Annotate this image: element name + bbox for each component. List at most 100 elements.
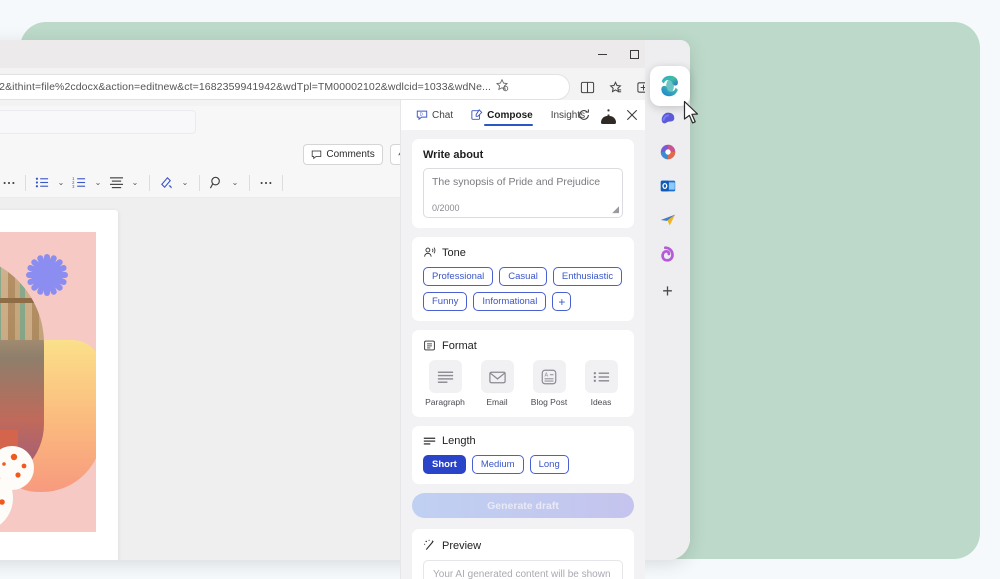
chevron-down-icon[interactable]: ⌄ (228, 172, 242, 194)
generate-draft-button[interactable]: Generate draft (412, 493, 634, 518)
tone-chip-casual[interactable]: Casual (499, 267, 547, 286)
length-chip-short[interactable]: Short (423, 455, 466, 474)
tone-label: Tone (442, 246, 466, 259)
designer-icon[interactable] (658, 210, 678, 230)
toolbar-divider (199, 174, 200, 191)
find-icon[interactable] (207, 172, 226, 194)
close-icon[interactable] (624, 107, 640, 123)
mouse-cursor (683, 100, 701, 131)
favorite-star-icon[interactable] (495, 78, 509, 97)
preview-output: Your AI generated content will be shown … (423, 560, 623, 579)
tab-chat[interactable]: D Chat (407, 100, 462, 130)
document-right-gutter (122, 198, 342, 560)
chat-icon: D (416, 110, 428, 121)
length-card: Length Short Medium Long (412, 426, 634, 484)
format-icon (424, 340, 435, 351)
browser-titlebar (0, 40, 690, 68)
format-option-email[interactable]: Email (475, 360, 519, 407)
format-option-blog-post[interactable]: A Blog Post (527, 360, 571, 407)
ideas-list-icon (584, 360, 618, 393)
toolbar-divider (249, 174, 250, 191)
bullet-list-icon[interactable] (33, 172, 52, 194)
minimize-icon[interactable] (586, 40, 618, 68)
format-option-paragraph[interactable]: Paragraph (423, 360, 467, 407)
chevron-down-icon[interactable]: ⌄ (128, 172, 142, 194)
split-screen-icon[interactable] (574, 74, 600, 100)
toolbar-divider (149, 174, 150, 191)
refresh-icon[interactable] (576, 107, 592, 123)
format-label: Format (442, 339, 477, 352)
add-app-button[interactable]: + (662, 282, 673, 300)
format-card: Format Paragraph Email A Blog Post Ideas (412, 330, 634, 417)
resize-grip-icon[interactable]: ◢ (612, 204, 619, 215)
outlook-icon[interactable] (658, 176, 678, 196)
preview-placeholder: Your AI generated content will be shown … (433, 569, 611, 579)
length-chips: Short Medium Long (423, 455, 623, 474)
write-about-label: Write about (423, 149, 484, 161)
toolbar-divider (282, 174, 283, 191)
tone-chip-funny[interactable]: Funny (423, 292, 468, 311)
decorative-dots-shape (0, 440, 38, 532)
length-chip-medium[interactable]: Medium (471, 455, 524, 474)
write-about-input[interactable]: The synopsis of Pride and Prejudice 0/20… (423, 168, 623, 218)
length-icon (423, 437, 436, 445)
copilot-panel: D Chat Compose Insights Write about The … (400, 100, 645, 579)
format-option-ideas[interactable]: Ideas (579, 360, 623, 407)
write-about-placeholder: The synopsis of Pride and Prejudice (432, 176, 601, 188)
tab-compose-label: Compose (487, 109, 533, 121)
tab-compose[interactable]: Compose (462, 100, 542, 130)
format-painter-icon[interactable] (157, 172, 176, 194)
tone-header: Tone (423, 246, 623, 259)
comments-label: Comments (326, 148, 375, 160)
svg-text:3: 3 (72, 184, 75, 189)
preview-card: Preview Your AI generated content will b… (412, 529, 634, 579)
comments-button[interactable]: Comments (303, 143, 383, 165)
microsoft365-icon[interactable] (658, 142, 678, 162)
format-caption: Email (486, 397, 508, 407)
copilot-icon[interactable] (658, 108, 678, 128)
shelf-line (0, 298, 44, 303)
preview-header: Preview (423, 539, 623, 552)
copilot-body: Write about The synopsis of Pride and Pr… (401, 130, 645, 579)
format-header: Format (423, 339, 623, 352)
document-hero-image (0, 232, 96, 532)
length-chip-long[interactable]: Long (529, 455, 569, 474)
format-caption: Ideas (590, 397, 612, 407)
blog-post-icon: A (532, 360, 566, 393)
clipchamp-icon[interactable] (658, 244, 678, 264)
screenshot-stage: DF0A!142&ithint=file%2cdocx&action=editn… (0, 0, 1000, 579)
align-icon[interactable] (107, 172, 126, 194)
search-input[interactable] (0, 110, 196, 134)
write-about-counter: 0/2000 (432, 203, 460, 213)
chevron-down-icon[interactable]: ⌄ (178, 172, 192, 194)
more-icon[interactable] (0, 172, 18, 194)
tone-chip-informational[interactable]: Informational (473, 292, 547, 311)
write-about-card: Write about The synopsis of Pride and Pr… (412, 139, 634, 228)
tone-add-button[interactable]: + (552, 292, 572, 311)
chevron-down-icon[interactable]: ⌄ (91, 172, 105, 194)
chevron-down-icon[interactable]: ⌄ (54, 172, 68, 194)
tone-chips: Professional Casual Enthusiastic Funny I… (423, 267, 623, 311)
tone-icon (424, 247, 436, 257)
format-options: Paragraph Email A Blog Post Ideas (423, 360, 623, 407)
tone-card: Tone Professional Casual Enthusiastic Fu… (412, 237, 634, 321)
length-label: Length (442, 435, 476, 447)
more-icon[interactable] (257, 172, 275, 194)
envelope-icon (480, 360, 514, 393)
document-page[interactable] (0, 210, 118, 560)
tone-chip-enthusiastic[interactable]: Enthusiastic (552, 267, 623, 286)
collections-icon[interactable] (602, 74, 628, 100)
numbered-list-icon[interactable]: 123 (70, 172, 89, 194)
url-input[interactable]: DF0A!142&ithint=file%2cdocx&action=editn… (0, 74, 570, 100)
tone-chip-professional[interactable]: Professional (423, 267, 494, 286)
preview-label: Preview (442, 539, 482, 552)
url-text: DF0A!142&ithint=file%2cdocx&action=editn… (0, 81, 492, 93)
tab-chat-label: Chat (432, 109, 454, 121)
compose-icon (471, 109, 483, 120)
format-caption: Blog Post (530, 397, 568, 407)
magic-wand-icon (424, 539, 434, 550)
format-caption: Paragraph (425, 397, 465, 407)
length-header: Length (423, 435, 623, 447)
svg-text:D: D (420, 112, 423, 117)
paragraph-icon (428, 360, 462, 393)
